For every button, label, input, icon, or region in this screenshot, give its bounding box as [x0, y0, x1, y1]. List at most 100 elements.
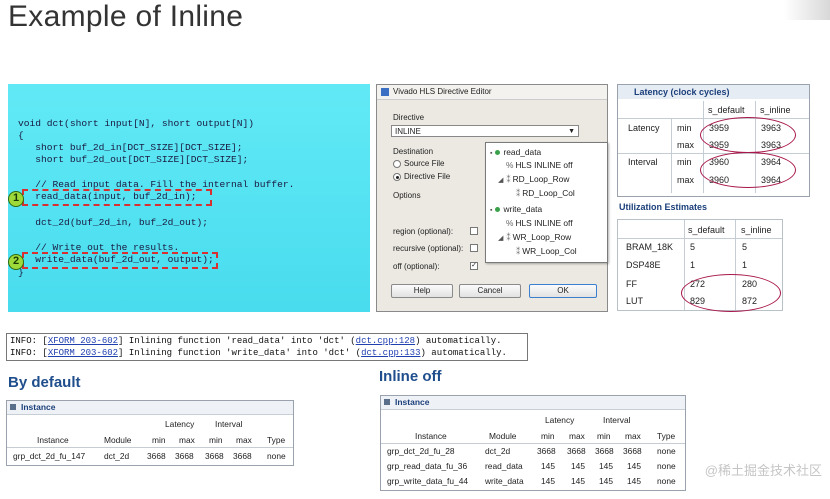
ok-button[interactable]: OK	[529, 284, 597, 298]
info-text: INFO: [	[10, 336, 48, 346]
function-icon	[495, 150, 501, 155]
function-tree: ▪ read_data % HLS INLINE off ◢ ⁑ RD_Loop_Row…	[485, 142, 608, 263]
table-cell: 145	[571, 476, 585, 486]
col-header: s_default	[688, 225, 725, 235]
table-cell: 3668	[175, 451, 194, 461]
recursive-checkbox[interactable]	[470, 244, 478, 252]
loop-icon: ⁑	[506, 174, 511, 184]
tree-item-pragma[interactable]: % HLS INLINE off	[506, 160, 573, 170]
utilization-table: s_default s_inline BRAM_18K 5 5 DSP48E 1…	[617, 219, 783, 312]
value-cell: 1	[742, 260, 748, 270]
tree-item-loop[interactable]: ⁑ WR_Loop_Col	[516, 246, 577, 256]
directive-select[interactable]: INLINE ▼	[391, 125, 579, 137]
group-header: Interval	[215, 419, 243, 429]
tree-label: WR_Loop_Row	[512, 232, 572, 242]
pragma-icon: %	[506, 160, 514, 170]
region-checkbox[interactable]	[470, 227, 478, 235]
row-label: BRAM_18K	[626, 242, 674, 252]
expand-icon: ◢	[498, 235, 504, 242]
by-default-heading: By default	[8, 374, 81, 391]
dialog-titlebar: Vivado HLS Directive Editor	[377, 85, 607, 100]
cancel-button[interactable]: Cancel	[459, 284, 521, 298]
panel-header: Instance	[7, 401, 293, 415]
grid-line	[618, 153, 809, 154]
table-cell: grp_read_data_fu_36	[387, 461, 468, 471]
table-cell: none	[657, 446, 676, 456]
group-header: Interval	[603, 415, 631, 425]
highlight-write-data	[22, 252, 218, 269]
table-cell: none	[657, 476, 676, 486]
marker-1: 1	[8, 191, 24, 207]
code-panel: void dct(short input[N], short output[N]…	[8, 84, 370, 312]
sub-label: min	[677, 157, 692, 167]
file-link[interactable]: dct.cpp:128	[356, 336, 415, 346]
tree-label: WR_Loop_Col	[522, 246, 577, 256]
info-text: ] Inlining function 'write_data' into 'd…	[118, 348, 362, 358]
highlight-read-data	[22, 189, 212, 206]
table-cell: 145	[541, 476, 555, 486]
tree-label: read_data	[503, 147, 542, 157]
expand-icon: ◢	[498, 177, 504, 184]
collapse-icon[interactable]	[384, 399, 390, 405]
table-cell: dct_2d	[485, 446, 511, 456]
instance-panel-inline-off: Instance Latency Interval Instance Modul…	[380, 395, 686, 491]
grid-line	[7, 447, 293, 448]
table-cell: 3668	[595, 446, 614, 456]
grid-line	[618, 238, 782, 239]
table-cell: none	[267, 451, 286, 461]
source-file-label: Source File	[404, 159, 445, 168]
table-cell: 145	[627, 476, 641, 486]
table-cell: read_data	[485, 461, 523, 471]
info-text: ) automatically.	[415, 336, 502, 346]
table-cell: 3668	[205, 451, 224, 461]
tree-label: RD_Loop_Row	[512, 174, 570, 184]
loop-icon: ⁑	[516, 246, 521, 256]
row-label: LUT	[626, 296, 644, 306]
value-cell: 5	[742, 242, 748, 252]
tree-item-loop[interactable]: ◢ ⁑ RD_Loop_Row	[498, 174, 569, 184]
table-cell: 3668	[233, 451, 252, 461]
destination-label: Destination	[393, 147, 434, 156]
pragma-icon: %	[506, 218, 514, 228]
collapse-icon[interactable]	[10, 404, 16, 410]
value-cell: 1	[690, 260, 696, 270]
tree-item-loop[interactable]: ◢ ⁑ WR_Loop_Row	[498, 232, 571, 242]
table-cell: grp_write_data_fu_44	[387, 476, 469, 486]
sub-label: max	[677, 140, 695, 150]
latency-heading: Latency (clock cycles)	[634, 87, 730, 97]
table-cell: 3668	[567, 446, 586, 456]
slide-title: Example of Inline	[8, 0, 244, 33]
table-cell: 145	[599, 476, 613, 486]
tree-label: write_data	[503, 204, 543, 214]
col-header: s_inline	[760, 105, 791, 115]
table-cell: 3668	[147, 451, 166, 461]
message-link[interactable]: XFORM 203-602	[48, 348, 118, 358]
tree-item-write-data[interactable]: ▪ write_data	[490, 204, 542, 214]
info-line-1: INFO: [XFORM 203-602] Inlining function …	[10, 336, 502, 346]
tree-item-read-data[interactable]: ▪ read_data	[490, 147, 541, 157]
off-checkbox[interactable]: ✓	[470, 262, 478, 270]
console-info: INFO: [XFORM 203-602] Inlining function …	[6, 333, 528, 361]
highlight-ellipse	[681, 274, 781, 312]
code-line: {	[18, 130, 24, 141]
source-file-radio[interactable]	[393, 160, 401, 168]
col-header: min	[209, 435, 223, 445]
table-cell: write_data	[485, 476, 524, 486]
col-header: Instance	[37, 435, 69, 445]
tree-item-pragma[interactable]: % HLS INLINE off	[506, 218, 573, 228]
table-cell: 145	[541, 461, 555, 471]
tree-item-loop[interactable]: ⁑ RD_Loop_Col	[516, 188, 575, 198]
message-link[interactable]: XFORM 203-602	[48, 336, 118, 346]
group-header: Latency	[545, 415, 575, 425]
directive-file-radio[interactable]	[393, 173, 401, 181]
file-link[interactable]: dct.cpp:133	[361, 348, 420, 358]
expand-icon: ▪	[490, 207, 493, 214]
col-header: s_default	[708, 105, 745, 115]
grid-line	[703, 101, 704, 193]
row-group-label: Latency	[628, 123, 660, 133]
options-label: Options	[393, 191, 421, 200]
help-button[interactable]: Help	[391, 284, 453, 298]
loop-icon: ⁑	[506, 232, 511, 242]
row-group-label: Interval	[628, 157, 658, 167]
col-header: s_inline	[741, 225, 772, 235]
